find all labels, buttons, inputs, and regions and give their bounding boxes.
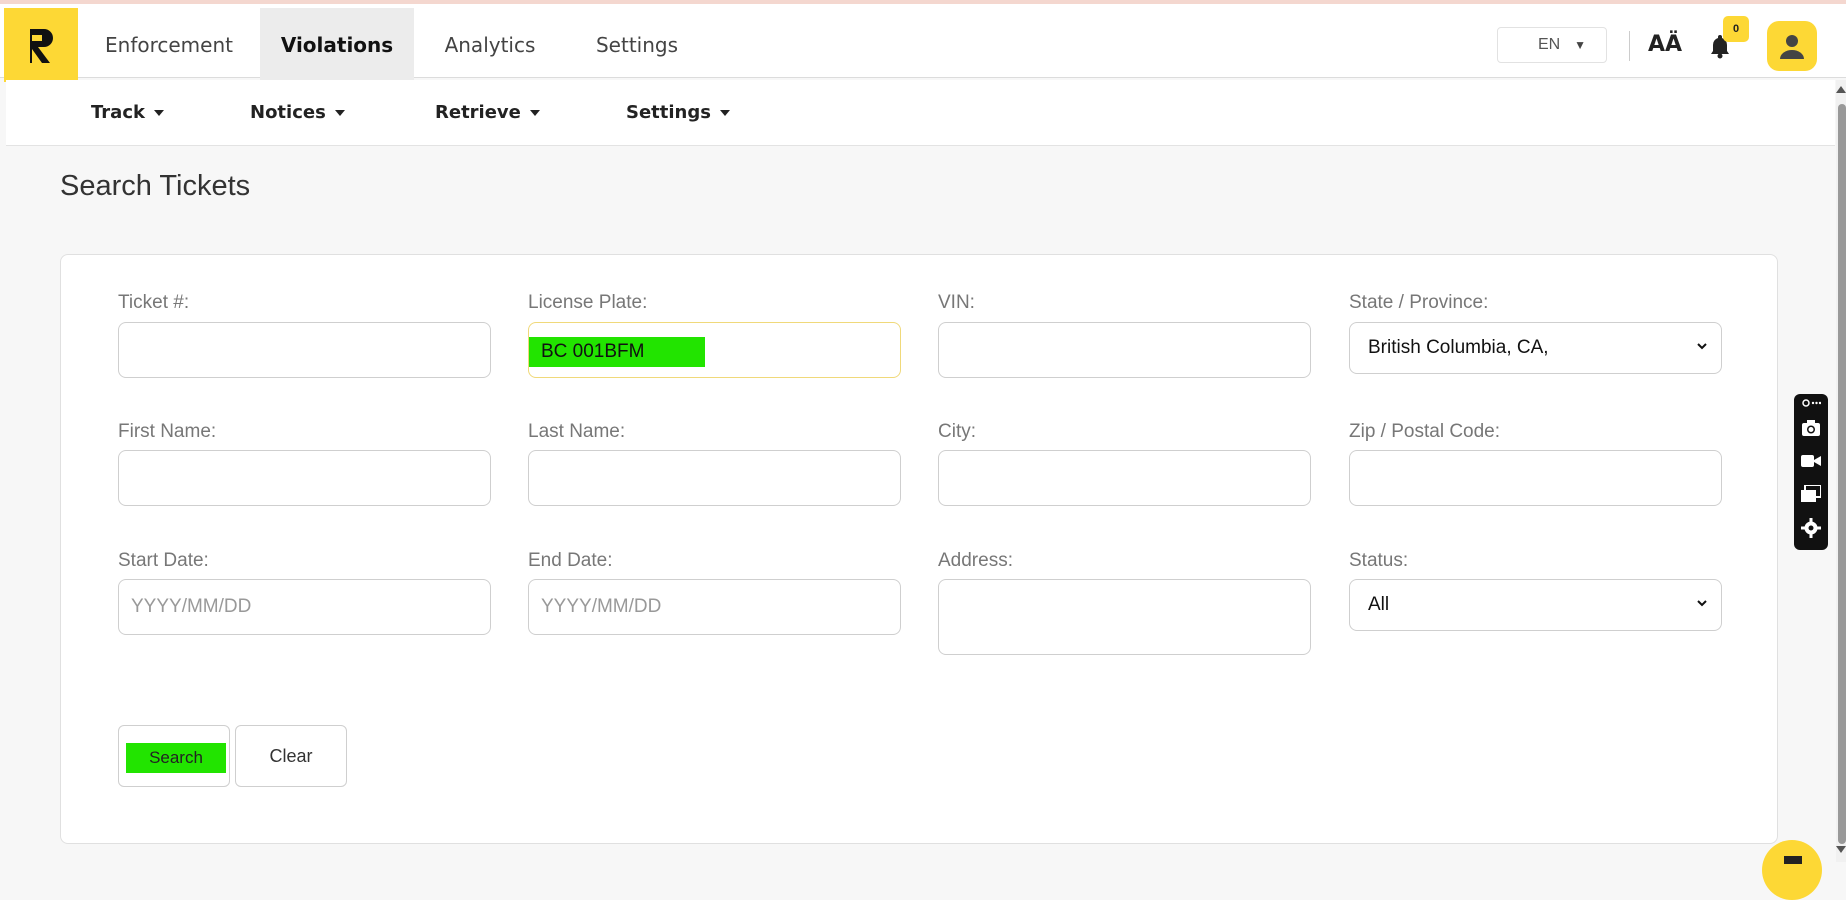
chat-widget-button[interactable]: [1762, 840, 1822, 900]
subnav-retrieve-label: Retrieve: [435, 102, 521, 123]
language-select[interactable]: EN ▼: [1497, 27, 1607, 63]
divider: [1629, 31, 1630, 61]
page-title: Search Tickets: [60, 170, 251, 202]
video-camera-icon[interactable]: [1801, 452, 1821, 470]
state-province-label: State / Province:: [1349, 292, 1489, 313]
more-options-icon[interactable]: [1801, 398, 1821, 408]
chevron-down-icon: [1697, 343, 1707, 350]
chevron-down-icon: ▼: [1574, 38, 1586, 52]
scrollbar-thumb[interactable]: [1838, 104, 1846, 844]
logo-icon: [30, 29, 53, 63]
start-date-input[interactable]: [118, 579, 491, 635]
notification-badge: 0: [1723, 16, 1749, 42]
caret-down-icon: [719, 109, 730, 116]
subnav-retrieve[interactable]: Retrieve: [435, 102, 540, 123]
first-name-input[interactable]: [118, 450, 491, 506]
license-plate-value: BC 001BFM: [529, 337, 705, 367]
vin-input[interactable]: [938, 322, 1311, 378]
zip-postal-input[interactable]: [1349, 450, 1722, 506]
last-name-label: Last Name:: [528, 421, 626, 442]
sub-navigation: Track Notices Retrieve Settings: [6, 80, 1835, 146]
screen-capture-toolbar: [1794, 394, 1828, 550]
ticket-label: Ticket #:: [118, 292, 190, 313]
tab-violations[interactable]: Violations: [260, 8, 414, 82]
city-input[interactable]: [938, 450, 1311, 506]
language-code: EN: [1538, 36, 1561, 53]
font-size-icon[interactable]: AÄ: [1648, 32, 1682, 57]
chat-icon: [1784, 856, 1802, 864]
last-name-input[interactable]: [528, 450, 901, 506]
user-icon: [1780, 35, 1804, 59]
status-select[interactable]: All: [1349, 579, 1722, 631]
caret-down-icon: [334, 109, 345, 116]
window-capture-icon[interactable]: [1801, 485, 1821, 503]
status-value: All: [1368, 594, 1390, 615]
user-avatar[interactable]: [1767, 21, 1817, 71]
gear-icon[interactable]: [1801, 518, 1821, 538]
subnav-settings-label: Settings: [626, 102, 711, 123]
caret-down-icon: [153, 109, 164, 116]
address-label: Address:: [938, 550, 1013, 571]
first-name-label: First Name:: [118, 421, 217, 442]
start-date-label: Start Date:: [118, 550, 209, 571]
subnav-notices-label: Notices: [250, 102, 326, 123]
clear-button[interactable]: Clear: [235, 725, 347, 787]
tab-analytics[interactable]: Analytics: [430, 8, 550, 82]
city-label: City:: [938, 421, 976, 442]
subnav-track[interactable]: Track: [91, 102, 164, 123]
search-button-label: Search: [126, 743, 226, 773]
scroll-up-arrow[interactable]: [1836, 86, 1846, 93]
tab-enforcement[interactable]: Enforcement: [78, 8, 260, 82]
subnav-track-label: Track: [91, 102, 145, 123]
scroll-down-arrow[interactable]: [1836, 846, 1846, 853]
camera-icon[interactable]: [1801, 419, 1821, 437]
vin-label: VIN:: [938, 292, 975, 313]
zip-postal-label: Zip / Postal Code:: [1349, 421, 1501, 442]
end-date-label: End Date:: [528, 550, 613, 571]
license-plate-label: License Plate:: [528, 292, 648, 313]
subnav-notices[interactable]: Notices: [250, 102, 345, 123]
status-label: Status:: [1349, 550, 1409, 571]
end-date-input[interactable]: [528, 579, 901, 635]
chevron-down-icon: [1697, 600, 1707, 607]
caret-down-icon: [529, 109, 540, 116]
app-logo[interactable]: [4, 8, 78, 82]
top-navigation-bar: Enforcement Violations Analytics Setting…: [0, 0, 1846, 82]
ticket-input[interactable]: [118, 322, 491, 378]
address-input[interactable]: [938, 579, 1311, 655]
subnav-settings[interactable]: Settings: [626, 102, 730, 123]
state-province-value: British Columbia, CA,: [1368, 337, 1549, 358]
tab-settings[interactable]: Settings: [582, 8, 692, 82]
state-province-select[interactable]: British Columbia, CA,: [1349, 322, 1722, 374]
